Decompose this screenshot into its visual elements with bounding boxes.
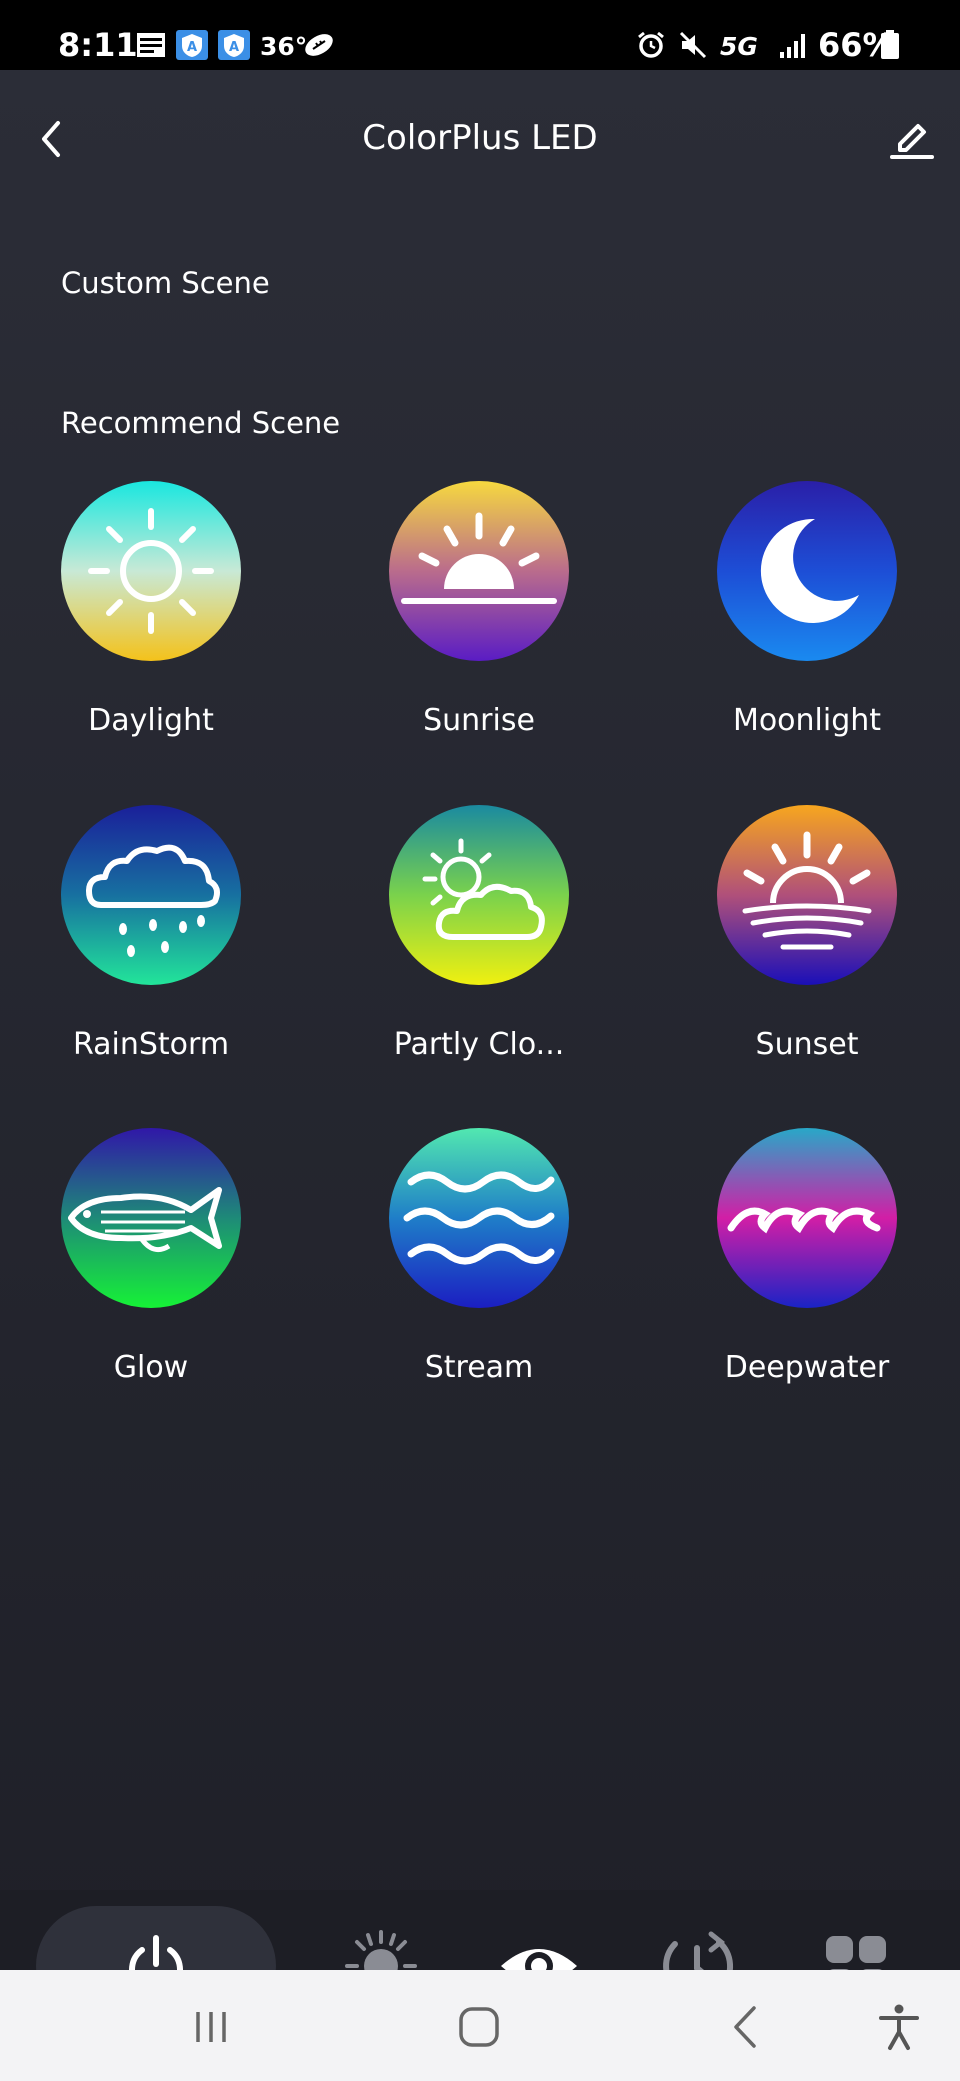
scene-sunset[interactable]: Sunset: [697, 805, 917, 1062]
scene-label: Moonlight: [732, 703, 882, 738]
moon-icon: [760, 518, 859, 623]
scene-circle: [61, 1128, 241, 1308]
scene-label: Partly Clo...: [393, 1027, 565, 1062]
scene-label: Daylight: [88, 703, 214, 738]
recents-icon[interactable]: [184, 2000, 238, 2054]
scene-label: Sunset: [755, 1027, 859, 1062]
system-nav-bar: [0, 1970, 960, 2081]
battery-icon: [880, 30, 900, 64]
shield-a-icon: A: [218, 30, 250, 64]
accessibility-icon[interactable]: [872, 2000, 926, 2054]
status-temperature: 36°: [260, 32, 308, 61]
scene-label: Glow: [113, 1350, 189, 1385]
mute-icon: [678, 30, 708, 64]
scene-label: Deepwater: [724, 1350, 890, 1385]
status-bar: 8:11 A A 36° 5G 66%: [0, 0, 960, 70]
rain-cloud-icon: [86, 844, 220, 957]
football-icon: [302, 32, 336, 62]
custom-scene-heading: Custom Scene: [61, 266, 270, 300]
scene-rainstorm[interactable]: RainStorm: [41, 805, 261, 1062]
scene-circle: [717, 805, 897, 985]
app-screen: ColorPlus LED Custom Scene Recommend Sce…: [0, 70, 960, 2038]
scene-circle: [61, 805, 241, 985]
page-title: ColorPlus LED: [362, 118, 598, 158]
svg-text:A: A: [187, 40, 197, 55]
signal-icon: [778, 30, 808, 64]
sun-icon: [88, 508, 214, 634]
back-icon[interactable]: [720, 2000, 774, 2054]
scene-stream[interactable]: Stream: [369, 1128, 589, 1385]
alarm-icon: [636, 30, 666, 64]
sunset-icon: [742, 831, 872, 950]
scene-sunrise[interactable]: Sunrise: [369, 481, 589, 738]
news-icon: [136, 30, 166, 64]
scene-label: Sunrise: [423, 703, 535, 738]
partly-cloudy-icon: [422, 838, 545, 940]
sunrise-icon: [401, 512, 557, 604]
scene-circle: [717, 1128, 897, 1308]
shield-a-icon: A: [176, 30, 208, 64]
scene-circle: [389, 1128, 569, 1308]
waves-icon: [403, 1171, 555, 1265]
scene-circle: [717, 481, 897, 661]
scene-partly-cloudy[interactable]: Partly Clo...: [369, 805, 589, 1062]
home-icon[interactable]: [452, 2000, 506, 2054]
network-label: 5G: [720, 32, 758, 61]
deep-waves-icon: [727, 1207, 881, 1234]
status-time: 8:11: [58, 26, 138, 64]
scene-daylight[interactable]: Daylight: [41, 481, 261, 738]
scene-glow[interactable]: Glow: [41, 1128, 261, 1385]
recommend-scene-heading: Recommend Scene: [61, 406, 341, 440]
scene-label: Stream: [424, 1350, 534, 1385]
scene-circle: [61, 481, 241, 661]
scene-moonlight[interactable]: Moonlight: [697, 481, 917, 738]
pencil-icon[interactable]: [888, 114, 936, 162]
scene-circle: [389, 805, 569, 985]
svg-text:A: A: [229, 40, 239, 55]
scene-label: RainStorm: [72, 1027, 230, 1062]
scene-circle: [389, 481, 569, 661]
fish-icon: [68, 1187, 222, 1253]
scene-deepwater[interactable]: Deepwater: [697, 1128, 917, 1385]
